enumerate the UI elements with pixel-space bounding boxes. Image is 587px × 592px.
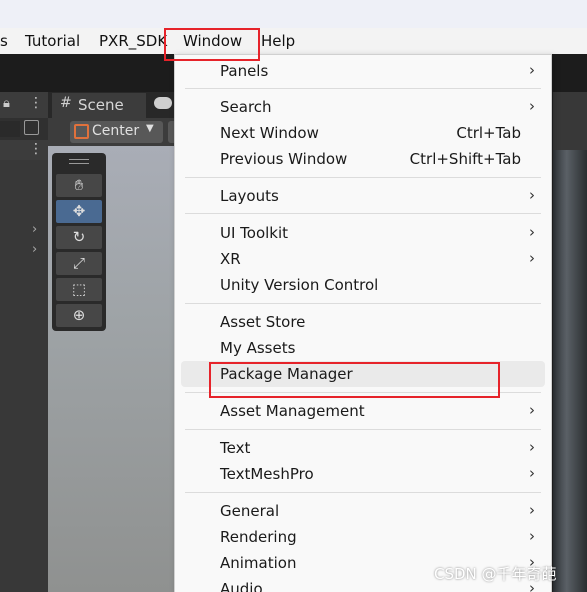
menu-item-label: Animation	[220, 554, 297, 572]
submenu-arrow-icon: ›	[529, 464, 535, 482]
menu-item-label: Unity Version Control	[220, 276, 379, 294]
menu-item-label: XR	[220, 250, 241, 268]
submenu-arrow-icon: ›	[529, 186, 535, 204]
menu-separator	[185, 303, 541, 304]
menu-separator	[185, 213, 541, 214]
drag-handle[interactable]	[69, 159, 89, 164]
menu-item-label: General	[220, 502, 280, 520]
menu-window[interactable]: Window	[183, 32, 242, 50]
game-view-header	[553, 92, 587, 150]
menu-item-label: Package Manager	[220, 365, 353, 383]
menu-separator	[185, 88, 541, 89]
hierarchy-search-input[interactable]	[0, 121, 20, 137]
menu-item-shortcut: Ctrl+Shift+Tab	[409, 150, 521, 168]
menu-item-ui-toolkit[interactable]: UI Toolkit ›	[175, 220, 551, 246]
transform-icon[interactable]: ⊕	[56, 304, 102, 327]
menu-item-text[interactable]: Text ›	[175, 435, 551, 461]
pivot-center-dropdown[interactable]: Center ▼	[70, 121, 163, 143]
rotate-icon[interactable]: ↻	[56, 226, 102, 249]
menu-item-label: UI Toolkit	[220, 224, 289, 242]
menu-partial[interactable]: s	[0, 32, 8, 50]
menu-item-general[interactable]: General ›	[175, 498, 551, 524]
submenu-arrow-icon: ›	[529, 61, 535, 79]
menu-item-search[interactable]: Search ›	[175, 94, 551, 120]
menu-item-textmeshpro[interactable]: TextMeshPro ›	[175, 461, 551, 487]
menu-item-label: Previous Window	[220, 150, 348, 168]
submenu-arrow-icon: ›	[529, 97, 535, 115]
submenu-arrow-icon: ›	[529, 527, 535, 545]
titlebar-strip	[0, 0, 587, 28]
tab-scene-label: Scene	[78, 96, 124, 114]
rect-icon[interactable]: ⬚	[56, 278, 102, 301]
tab-scene[interactable]: # Scene	[52, 93, 146, 118]
scale-icon[interactable]: ⤢	[56, 252, 102, 275]
submenu-arrow-icon: ›	[529, 438, 535, 456]
tool-palette: ✋︎ ✥ ↻ ⤢ ⬚ ⊕	[52, 153, 106, 331]
submenu-arrow-icon: ›	[529, 501, 535, 519]
hand-icon[interactable]: ✋︎	[56, 174, 102, 197]
menu-item-xr[interactable]: XR ›	[175, 246, 551, 272]
game-view-edge	[553, 92, 587, 592]
submenu-arrow-icon: ›	[529, 401, 535, 419]
more-icon[interactable]: ⋮	[29, 141, 43, 157]
menu-item-label: Panels	[220, 62, 269, 80]
more-icon[interactable]: ⋮	[29, 95, 43, 111]
search-toggle-icon[interactable]	[24, 120, 39, 135]
menu-separator	[185, 177, 541, 178]
menu-item-previous-window[interactable]: Previous Window Ctrl+Shift+Tab	[175, 146, 551, 172]
menu-pxr-sdk[interactable]: PXR_SDK	[99, 32, 167, 50]
menubar: s Tutorial PXR_SDK Window Help	[0, 28, 587, 54]
pivot-center-label: Center	[92, 123, 140, 139]
menu-item-label: Audio	[220, 580, 263, 592]
lock-icon[interactable]: 🔒︎	[3, 96, 10, 111]
chevron-down-icon: ▼	[146, 123, 154, 134]
menu-tutorial[interactable]: Tutorial	[25, 32, 80, 50]
hierarchy-subheader: ⋮	[0, 140, 48, 160]
chevron-right-icon[interactable]: ›	[32, 242, 37, 257]
menu-item-label: Text	[220, 439, 251, 457]
chevron-right-icon[interactable]: ›	[32, 222, 37, 237]
hierarchy-panel: 🔒︎ ⋮ ⋮ › ›	[0, 92, 48, 592]
menu-item-panels[interactable]: Panels ›	[175, 58, 551, 84]
window-menu: Panels › Search › Next Window Ctrl+Tab P…	[174, 54, 552, 592]
menu-item-next-window[interactable]: Next Window Ctrl+Tab	[175, 120, 551, 146]
menu-separator	[185, 492, 541, 493]
watermark: CSDN @千年奇葩	[434, 565, 557, 583]
menu-item-layouts[interactable]: Layouts ›	[175, 183, 551, 209]
menu-item-label: Layouts	[220, 187, 279, 205]
menu-item-label: TextMeshPro	[220, 465, 314, 483]
menu-separator	[185, 392, 541, 393]
pivot-icon	[74, 124, 89, 139]
submenu-arrow-icon: ›	[529, 223, 535, 241]
submenu-arrow-icon: ›	[529, 249, 535, 267]
menu-item-label: Asset Management	[220, 402, 365, 420]
menu-item-asset-management[interactable]: Asset Management ›	[175, 398, 551, 424]
menu-help[interactable]: Help	[261, 32, 295, 50]
menu-item-unity-version-control[interactable]: Unity Version Control	[175, 272, 551, 298]
menu-item-label: Search	[220, 98, 272, 116]
menu-item-rendering[interactable]: Rendering ›	[175, 524, 551, 550]
menu-item-label: Asset Store	[220, 313, 306, 331]
menu-item-label: My Assets	[220, 339, 296, 357]
menu-item-asset-store[interactable]: Asset Store	[175, 309, 551, 335]
menu-item-shortcut: Ctrl+Tab	[456, 124, 521, 142]
hierarchy-search-row	[0, 118, 48, 140]
hierarchy-header: 🔒︎ ⋮	[0, 92, 48, 118]
menu-item-label: Next Window	[220, 124, 319, 142]
move-icon[interactable]: ✥	[56, 200, 102, 223]
menu-item-label: Rendering	[220, 528, 297, 546]
grid-icon: #	[60, 95, 72, 111]
gamepad-icon[interactable]	[154, 97, 172, 109]
menu-separator	[185, 429, 541, 430]
menu-item-my-assets[interactable]: My Assets	[175, 335, 551, 361]
menu-item-package-manager[interactable]: Package Manager	[181, 361, 545, 387]
